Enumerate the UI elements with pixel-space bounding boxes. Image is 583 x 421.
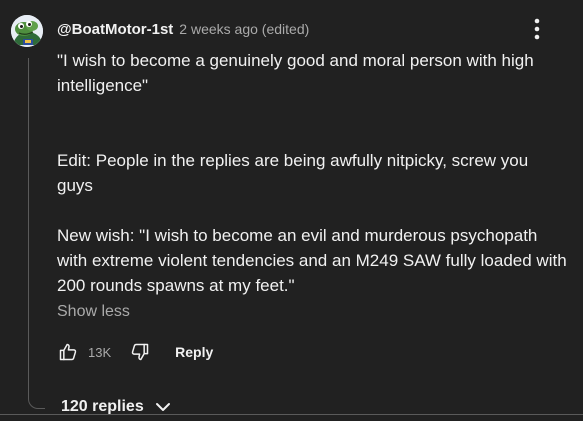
comment-actions: 13K Reply <box>57 339 213 365</box>
more-options-button[interactable] <box>527 16 547 42</box>
comment-author[interactable]: @BoatMotor-1st <box>57 21 173 38</box>
show-less-link[interactable]: Show less <box>57 303 130 321</box>
avatar[interactable] <box>11 15 43 47</box>
thread-connector-line <box>28 58 45 409</box>
like-button[interactable] <box>57 340 79 364</box>
dislike-button[interactable] <box>129 340 151 364</box>
chevron-down-icon <box>154 401 172 413</box>
comment-header: @BoatMotor-1st 2 weeks ago (edited) <box>57 18 309 40</box>
comment-paragraph: New wish: "I wish to become an evil and … <box>57 226 567 295</box>
thumbs-down-icon <box>131 343 149 361</box>
divider <box>0 414 583 415</box>
like-count: 13K <box>88 344 112 360</box>
reply-button[interactable]: Reply <box>175 344 213 360</box>
frog-avatar-icon <box>11 15 43 47</box>
comment-timestamp[interactable]: 2 weeks ago (edited) <box>179 21 309 37</box>
kebab-menu-icon <box>534 18 540 40</box>
comment-paragraph: "I wish to become a genuinely good and m… <box>57 51 534 95</box>
comment-paragraph: Edit: People in the replies are being aw… <box>57 151 529 195</box>
comment-thread: @BoatMotor-1st 2 weeks ago (edited) "I w… <box>0 0 583 421</box>
comment-body: "I wish to become a genuinely good and m… <box>57 48 567 298</box>
thumbs-up-icon <box>59 343 77 361</box>
